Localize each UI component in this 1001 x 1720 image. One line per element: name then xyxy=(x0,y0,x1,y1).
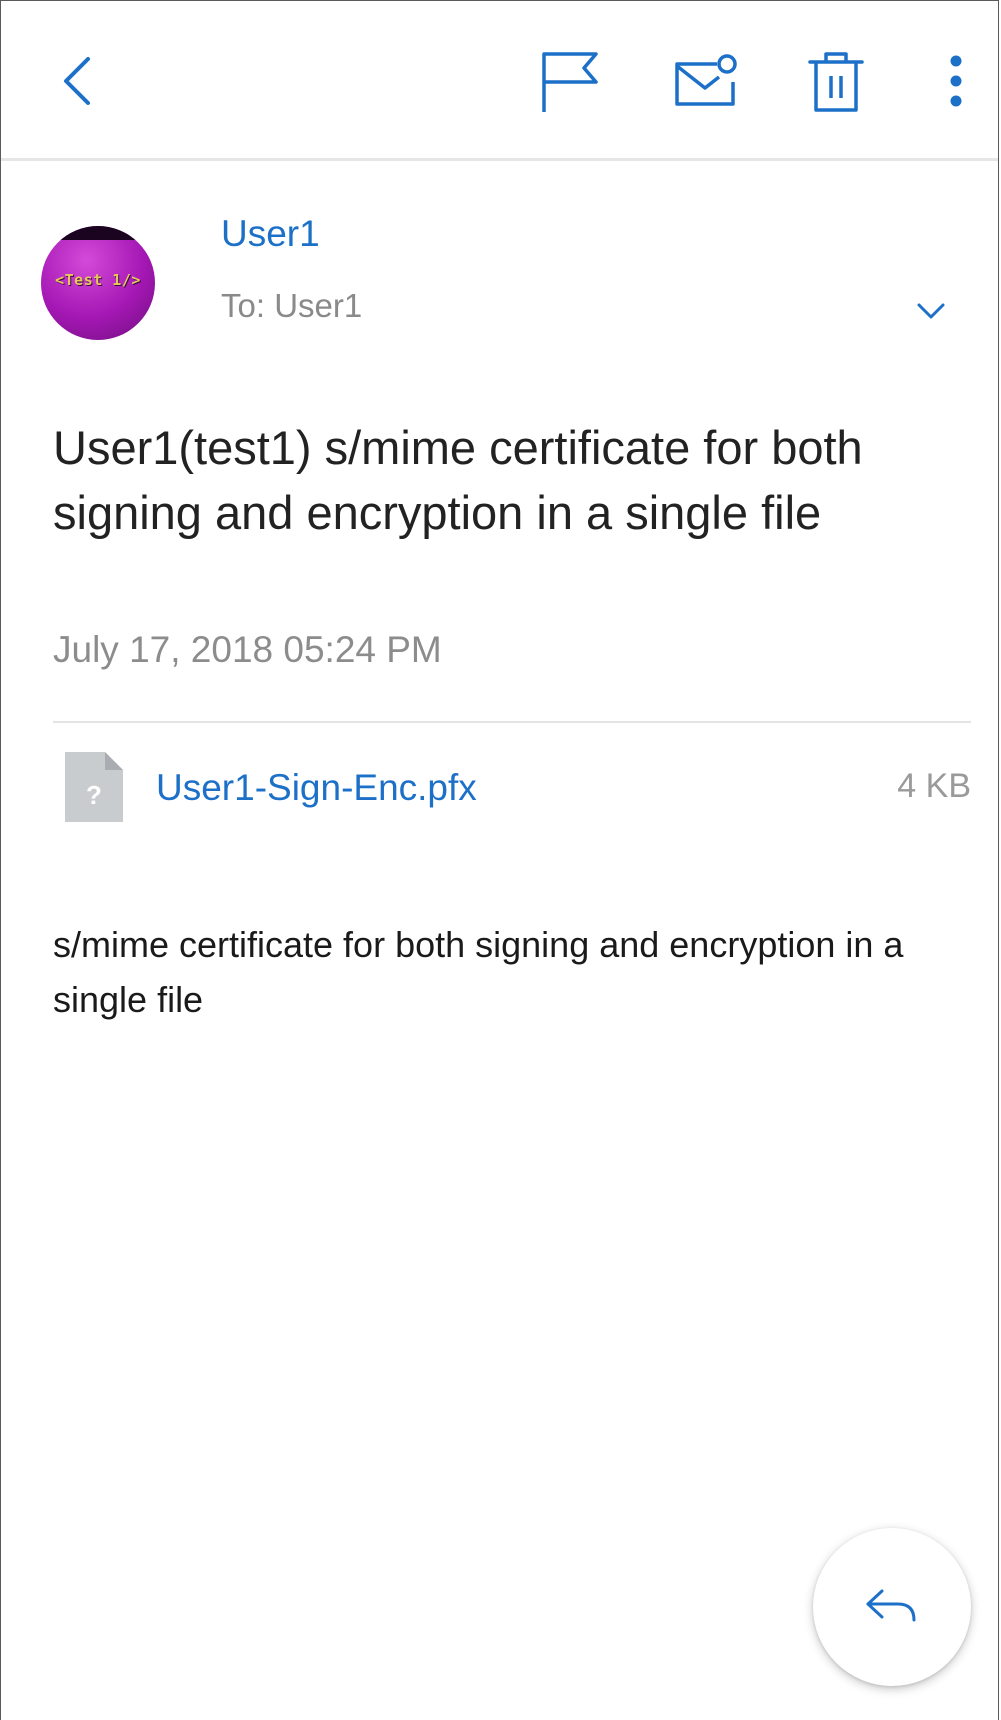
more-vertical-icon xyxy=(950,55,962,107)
back-button[interactable] xyxy=(41,41,111,121)
attachment-file-size: 4 KB xyxy=(897,767,971,805)
reply-icon xyxy=(866,1589,916,1622)
mark-unread-button[interactable] xyxy=(666,41,746,121)
svg-text:?: ? xyxy=(86,780,102,810)
trash-icon xyxy=(808,52,864,112)
message-date: July 17, 2018 05:24 PM xyxy=(53,629,442,670)
flag-icon xyxy=(542,52,598,112)
avatar-text: <Test 1/> xyxy=(55,271,141,289)
email-view-screen: <Test 1/> User1 To: User1 User1(test1) s… xyxy=(0,0,999,1720)
header-divider xyxy=(53,721,971,723)
avatar-band xyxy=(41,226,155,240)
mark-unread-icon xyxy=(675,54,737,106)
expand-details-button[interactable] xyxy=(906,291,956,331)
attachment-file-name[interactable]: User1-Sign-Enc.pfx xyxy=(156,767,477,809)
more-options-button[interactable] xyxy=(931,41,981,121)
delete-button[interactable] xyxy=(796,41,876,121)
message-subject: User1(test1) s/mime certificate for both… xyxy=(53,421,863,539)
sender-avatar[interactable]: <Test 1/> xyxy=(41,226,155,340)
attachment-item[interactable]: ? User1-Sign-Enc.pfx 4 KB xyxy=(53,743,971,829)
top-toolbar xyxy=(1,1,998,161)
message-body: s/mime certificate for both signing and … xyxy=(53,924,904,1020)
unknown-file-icon: ? xyxy=(65,752,123,822)
reply-button[interactable] xyxy=(813,1528,971,1686)
flag-button[interactable] xyxy=(531,41,611,121)
sender-name[interactable]: User1 xyxy=(221,213,320,255)
back-icon xyxy=(64,57,90,105)
recipient-line: To: User1 xyxy=(221,287,363,324)
chevron-down-icon xyxy=(917,303,945,319)
